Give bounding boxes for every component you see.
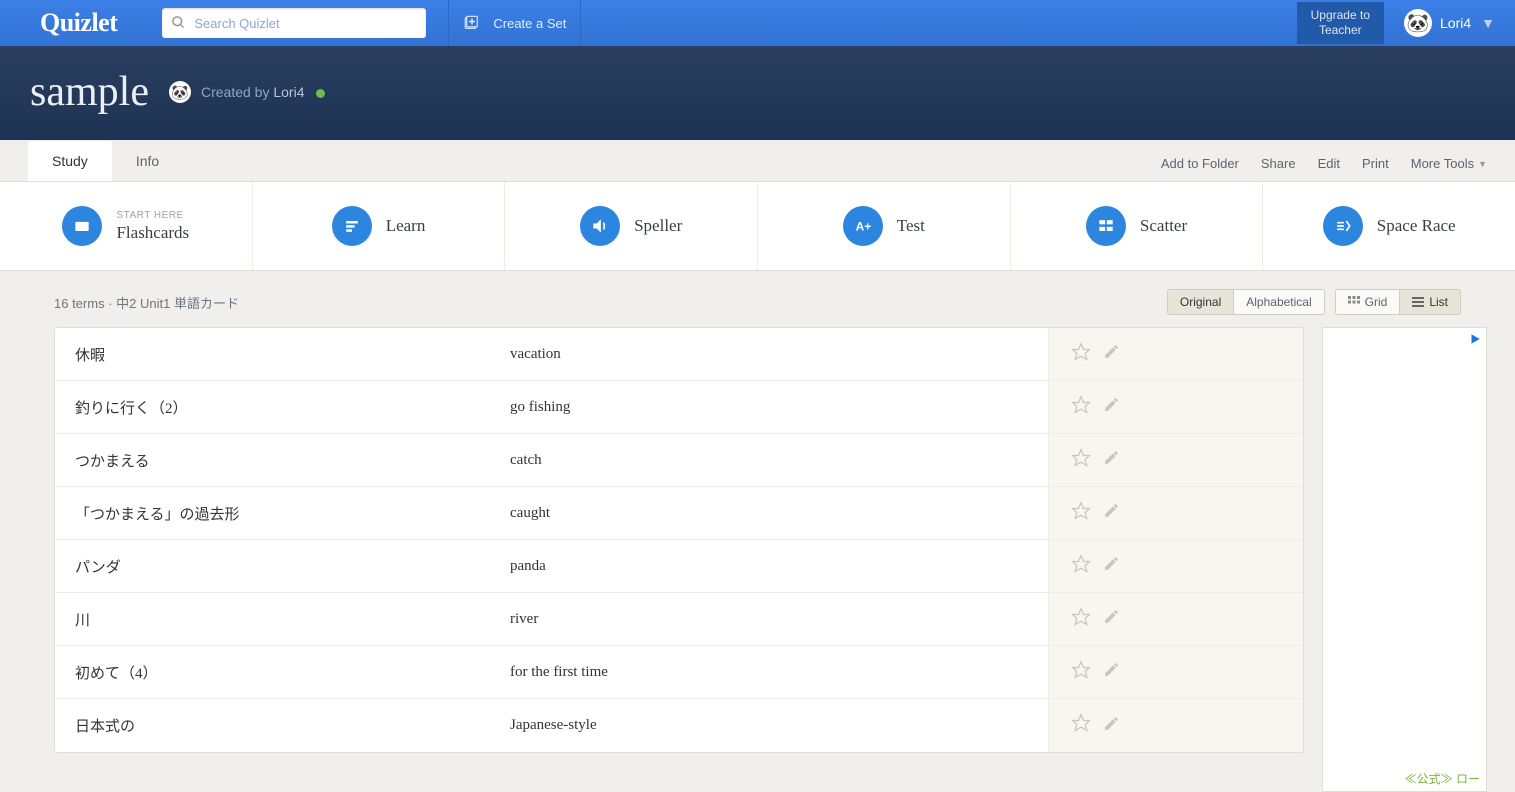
ad-choices-icon[interactable] [1468,332,1482,351]
search-input[interactable] [162,8,426,38]
definition-text: panda [490,544,1048,589]
edit-icon[interactable] [1103,661,1120,683]
star-icon[interactable] [1071,342,1091,367]
star-icon[interactable] [1071,713,1091,738]
grid-icon [1348,296,1360,308]
upgrade-button[interactable]: Upgrade to Teacher [1297,2,1384,44]
mode-label: Flashcards [116,223,189,242]
definition-text: vacation [490,332,1048,377]
tab-study[interactable]: Study [28,141,112,181]
term-text: 休暇 [55,330,490,379]
term-text: つかまえる [55,436,490,485]
term-row: 休暇 vacation [55,328,1303,381]
term-text: 日本式の [55,701,490,750]
term-row: つかまえる catch [55,434,1303,487]
mode-scatter[interactable]: Scatter [1011,182,1264,270]
set-title: sample [30,68,149,116]
chevron-down-icon: ▼ [1478,159,1487,169]
term-text: 釣りに行く（2） [55,383,490,432]
sort-original[interactable]: Original [1168,290,1234,314]
ad-placeholder[interactable]: ≪公式≫ ロー [1322,327,1487,792]
view-toggle: Grid List [1335,289,1461,315]
share-button[interactable]: Share [1261,156,1296,171]
definition-text: river [490,597,1048,642]
logo[interactable]: Quizlet [40,8,117,38]
flashcards-icon [62,206,102,246]
definition-text: catch [490,438,1048,483]
star-icon[interactable] [1071,660,1091,685]
definition-text: for the first time [490,650,1048,695]
term-row: 川 river [55,593,1303,646]
definition-text: Japanese-style [490,703,1048,748]
test-icon: A+ [843,206,883,246]
created-by: Created by Lori4 [201,84,325,100]
definition-text: go fishing [490,385,1048,430]
edit-icon[interactable] [1103,396,1120,418]
terms-meta: 16 terms · 中2 Unit1 単語カード [54,293,239,312]
create-set-label: Create a Set [493,16,566,31]
term-text: パンダ [55,542,490,591]
edit-icon[interactable] [1103,449,1120,471]
print-button[interactable]: Print [1362,156,1389,171]
upgrade-line2: Teacher [1311,23,1370,38]
mode-space-race[interactable]: Space Race [1263,182,1515,270]
term-row: パンダ panda [55,540,1303,593]
user-menu[interactable]: 🐼 Lori4 ▼ [1404,9,1495,37]
star-icon[interactable] [1071,448,1091,473]
username: Lori4 [1440,15,1471,31]
view-grid[interactable]: Grid [1336,290,1401,314]
search-icon [171,15,186,35]
edit-icon[interactable] [1103,608,1120,630]
term-text: 川 [55,595,490,644]
term-row: 初めて（4） for the first time [55,646,1303,699]
edit-icon[interactable] [1103,555,1120,577]
ad-text: ≪公式≫ ロー [1405,770,1480,787]
creator-link[interactable]: Lori4 [273,84,304,100]
definition-text: caught [490,491,1048,536]
chevron-down-icon: ▼ [1481,15,1495,31]
mode-label: Space Race [1377,216,1456,236]
sort-toggle: Original Alphabetical [1167,289,1325,315]
speller-icon [580,206,620,246]
mode-flashcards[interactable]: START HERE Flashcards [0,182,253,270]
mode-speller[interactable]: Speller [505,182,758,270]
learn-icon [332,206,372,246]
mode-learn[interactable]: Learn [253,182,506,270]
mode-label: Speller [634,216,682,236]
create-set-icon [463,14,481,32]
svg-text:A+: A+ [855,220,871,234]
edit-button[interactable]: Edit [1318,156,1340,171]
term-text: 「つかまえる」の過去形 [55,489,490,538]
more-tools-button[interactable]: More Tools▼ [1411,156,1487,171]
edit-icon[interactable] [1103,502,1120,524]
view-list[interactable]: List [1400,290,1460,314]
star-icon[interactable] [1071,607,1091,632]
star-icon[interactable] [1071,395,1091,420]
term-row: 日本式の Japanese-style [55,699,1303,752]
mode-label: Test [897,216,925,236]
avatar: 🐼 [1404,9,1432,37]
star-icon[interactable] [1071,501,1091,526]
creator-avatar[interactable]: 🐼 [169,81,191,103]
mode-label: Scatter [1140,216,1187,236]
mode-test[interactable]: A+ Test [758,182,1011,270]
scatter-icon [1086,206,1126,246]
star-icon[interactable] [1071,554,1091,579]
term-text: 初めて（4） [55,648,490,697]
space-race-icon [1323,206,1363,246]
add-to-folder-button[interactable]: Add to Folder [1161,156,1239,171]
term-row: 釣りに行く（2） go fishing [55,381,1303,434]
edit-icon[interactable] [1103,343,1120,365]
upgrade-line1: Upgrade to [1311,8,1370,23]
tab-info[interactable]: Info [112,141,183,181]
mode-label: Learn [386,216,426,236]
create-set-button[interactable]: Create a Set [448,0,581,46]
list-icon [1412,296,1424,308]
term-row: 「つかまえる」の過去形 caught [55,487,1303,540]
sort-alphabetical[interactable]: Alphabetical [1234,290,1323,314]
edit-icon[interactable] [1103,715,1120,737]
online-indicator [316,89,325,98]
start-here-label: START HERE [116,210,189,221]
